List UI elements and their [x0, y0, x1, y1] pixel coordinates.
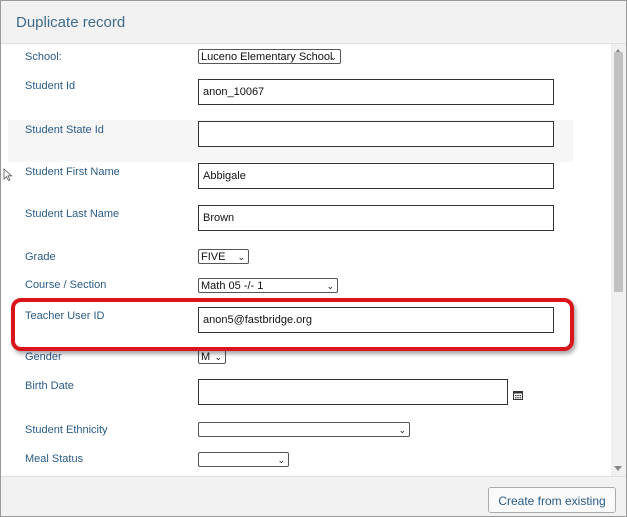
student-id-row: Student Id anon_10067	[1, 70, 611, 114]
chevron-down-icon: ⌄	[329, 52, 337, 62]
gender-label: Gender	[25, 351, 62, 363]
mouse-cursor-icon	[3, 168, 13, 182]
dialog-footer: Create from existing	[1, 476, 626, 516]
school-label: School:	[25, 51, 62, 63]
dialog-header: Duplicate record	[1, 1, 626, 44]
last-name-row: Student Last Name Brown	[1, 204, 611, 246]
scrollbar-thumb[interactable]	[614, 52, 623, 292]
vertical-scrollbar[interactable]	[611, 44, 626, 476]
gender-select[interactable]: M ⌄	[198, 349, 226, 364]
gender-value: M	[201, 351, 211, 363]
birth-date-label: Birth Date	[25, 380, 74, 392]
chevron-down-icon: ⌄	[277, 455, 285, 465]
school-value: Luceno Elementary School	[201, 51, 333, 63]
first-name-row: Student First Name Abbigale	[1, 162, 611, 204]
duplicate-record-dialog: Duplicate record School: Luceno Elementa…	[0, 0, 627, 517]
ethnicity-label: Student Ethnicity	[25, 424, 108, 436]
school-row: School: Luceno Elementary School ⌄	[1, 44, 611, 70]
grade-label: Grade	[25, 251, 56, 263]
calendar-icon[interactable]	[513, 390, 523, 400]
ethnicity-select[interactable]: ⌄	[198, 422, 410, 437]
chevron-down-icon: ⌄	[214, 352, 222, 362]
course-section-label: Course / Section	[25, 279, 107, 291]
student-state-id-label: Student State Id	[25, 124, 104, 136]
grade-select[interactable]: FIVE ⌄	[198, 249, 249, 264]
first-name-label: Student First Name	[25, 166, 120, 178]
grade-row: Grade FIVE ⌄	[1, 246, 611, 276]
birth-date-input[interactable]	[198, 379, 508, 405]
student-state-id-row: Student State Id	[8, 120, 573, 162]
meal-status-select[interactable]: ⌄	[198, 452, 289, 467]
course-section-value: Math 05 -/- 1	[201, 280, 264, 292]
scroll-down-icon[interactable]	[614, 466, 622, 471]
chevron-down-icon: ⌄	[237, 252, 245, 262]
teacher-user-id-highlight	[11, 298, 574, 351]
meal-status-row: Meal Status ⌄	[1, 450, 611, 476]
student-id-label: Student Id	[25, 80, 76, 92]
grade-value: FIVE	[201, 251, 226, 263]
ethnicity-row: Student Ethnicity ⌄	[1, 420, 611, 450]
form-body: School: Luceno Elementary School ⌄ Stude…	[1, 44, 626, 476]
birth-date-row: Birth Date	[1, 376, 611, 416]
school-select[interactable]: Luceno Elementary School ⌄	[198, 49, 341, 64]
chevron-down-icon: ⌄	[398, 425, 406, 435]
student-id-input[interactable]: anon_10067	[198, 79, 554, 105]
last-name-label: Student Last Name	[25, 208, 120, 220]
last-name-input[interactable]: Brown	[198, 205, 554, 231]
dialog-title: Duplicate record	[16, 14, 126, 31]
student-state-id-input[interactable]	[198, 121, 554, 147]
meal-status-label: Meal Status	[25, 453, 84, 465]
course-section-select[interactable]: Math 05 -/- 1 ⌄	[198, 278, 338, 293]
chevron-down-icon: ⌄	[326, 281, 334, 291]
first-name-input[interactable]: Abbigale	[198, 163, 554, 189]
create-from-existing-button[interactable]: Create from existing	[488, 487, 616, 513]
